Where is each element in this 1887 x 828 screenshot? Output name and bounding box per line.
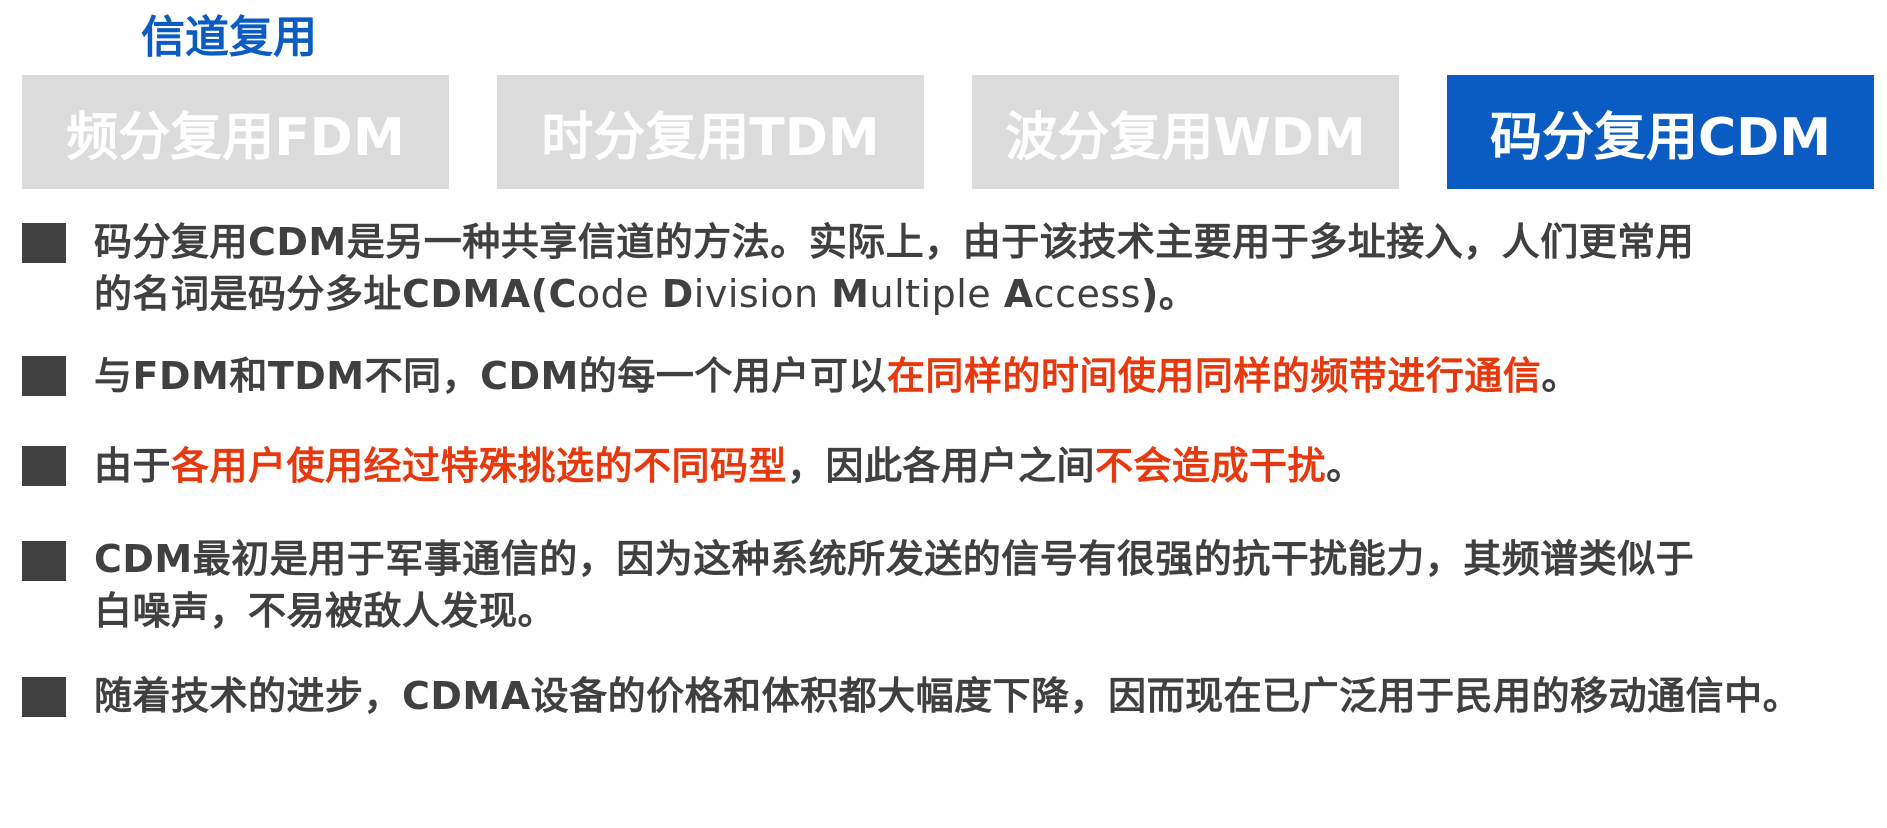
text-segment: A: [1003, 272, 1034, 316]
text-segment: C: [548, 272, 577, 316]
paragraph-line: 码分复用CDM是另一种共享信道的方法。实际上，由于该技术主要用于多址接入，人们更…: [94, 220, 1695, 264]
paragraph-cdm-intro: 码分复用CDM是另一种共享信道的方法。实际上，由于该技术主要用于多址接入，人们更…: [94, 216, 1874, 320]
text-segment: ，因此各用户之间: [787, 444, 1096, 488]
paragraph-line: 白噪声，不易被敌人发现。: [94, 589, 557, 633]
paragraph-line: 随着技术的进步，CDMA设备的价格和体积都大幅度下降，因而现在已广泛用于民用的移…: [94, 674, 1802, 718]
text-segment: ode: [576, 272, 662, 316]
highlight-text: 不会造成干扰: [1095, 444, 1327, 488]
slide-title: 信道复用: [141, 12, 317, 63]
paragraph-line: CDM最初是用于军事通信的，因为这种系统所发送的信号有很强的抗干扰能力，其频谱类…: [94, 537, 1695, 581]
bullet-square-icon: [22, 223, 66, 263]
bullet-square-icon: [22, 541, 66, 581]
text-segment: 的名词是码分多址CDMA(: [94, 272, 549, 316]
multiplexing-tabs: 频分复用FDM 时分复用TDM 波分复用WDM 码分复用CDM: [0, 75, 1887, 189]
paragraph-line: 与FDM和TDM不同，CDM的每一个用户可以在同样的时间使用同样的频带进行通信。: [94, 350, 1874, 402]
paragraph-cdma-civil: 随着技术的进步，CDMA设备的价格和体积都大幅度下降，因而现在已广泛用于民用的移…: [94, 670, 1874, 722]
tab-cdm[interactable]: 码分复用CDM: [1447, 75, 1874, 189]
paragraph-line: 的名词是码分多址CDMA(Code Division Multiple Acce…: [94, 268, 1874, 320]
bullet-square-icon: [22, 356, 66, 396]
text-segment: 。: [1541, 354, 1580, 398]
text-segment: )。: [1140, 272, 1198, 316]
paragraph-cdm-military: CDM最初是用于军事通信的，因为这种系统所发送的信号有很强的抗干扰能力，其频谱类…: [94, 533, 1874, 637]
text-segment: 。: [1326, 444, 1365, 488]
highlight-text: 在同样的时间使用同样的频带进行通信: [886, 354, 1542, 398]
text-segment: ivision: [693, 272, 832, 316]
tab-wdm[interactable]: 波分复用WDM: [972, 75, 1399, 189]
tab-fdm[interactable]: 频分复用FDM: [22, 75, 449, 189]
text-segment: ultiple: [869, 272, 1004, 316]
bullet-square-icon: [22, 446, 66, 486]
text-segment: ccess: [1033, 272, 1141, 316]
highlight-text: 各用户使用经过特殊挑选的不同码型: [171, 444, 788, 488]
paragraph-cdm-same-time-band: 与FDM和TDM不同，CDM的每一个用户可以在同样的时间使用同样的频带进行通信。: [94, 350, 1874, 402]
tab-tdm[interactable]: 时分复用TDM: [497, 75, 924, 189]
paragraph-line: 由于各用户使用经过特殊挑选的不同码型，因此各用户之间不会造成干扰。: [94, 440, 1874, 492]
bullet-square-icon: [22, 677, 66, 717]
text-segment: 与FDM和TDM不同，CDM的每一个用户可以: [94, 354, 887, 398]
text-segment: M: [831, 272, 870, 316]
text-segment: 由于: [94, 444, 172, 488]
text-segment: D: [661, 272, 694, 316]
paragraph-cdm-codes: 由于各用户使用经过特殊挑选的不同码型，因此各用户之间不会造成干扰。: [94, 440, 1874, 492]
